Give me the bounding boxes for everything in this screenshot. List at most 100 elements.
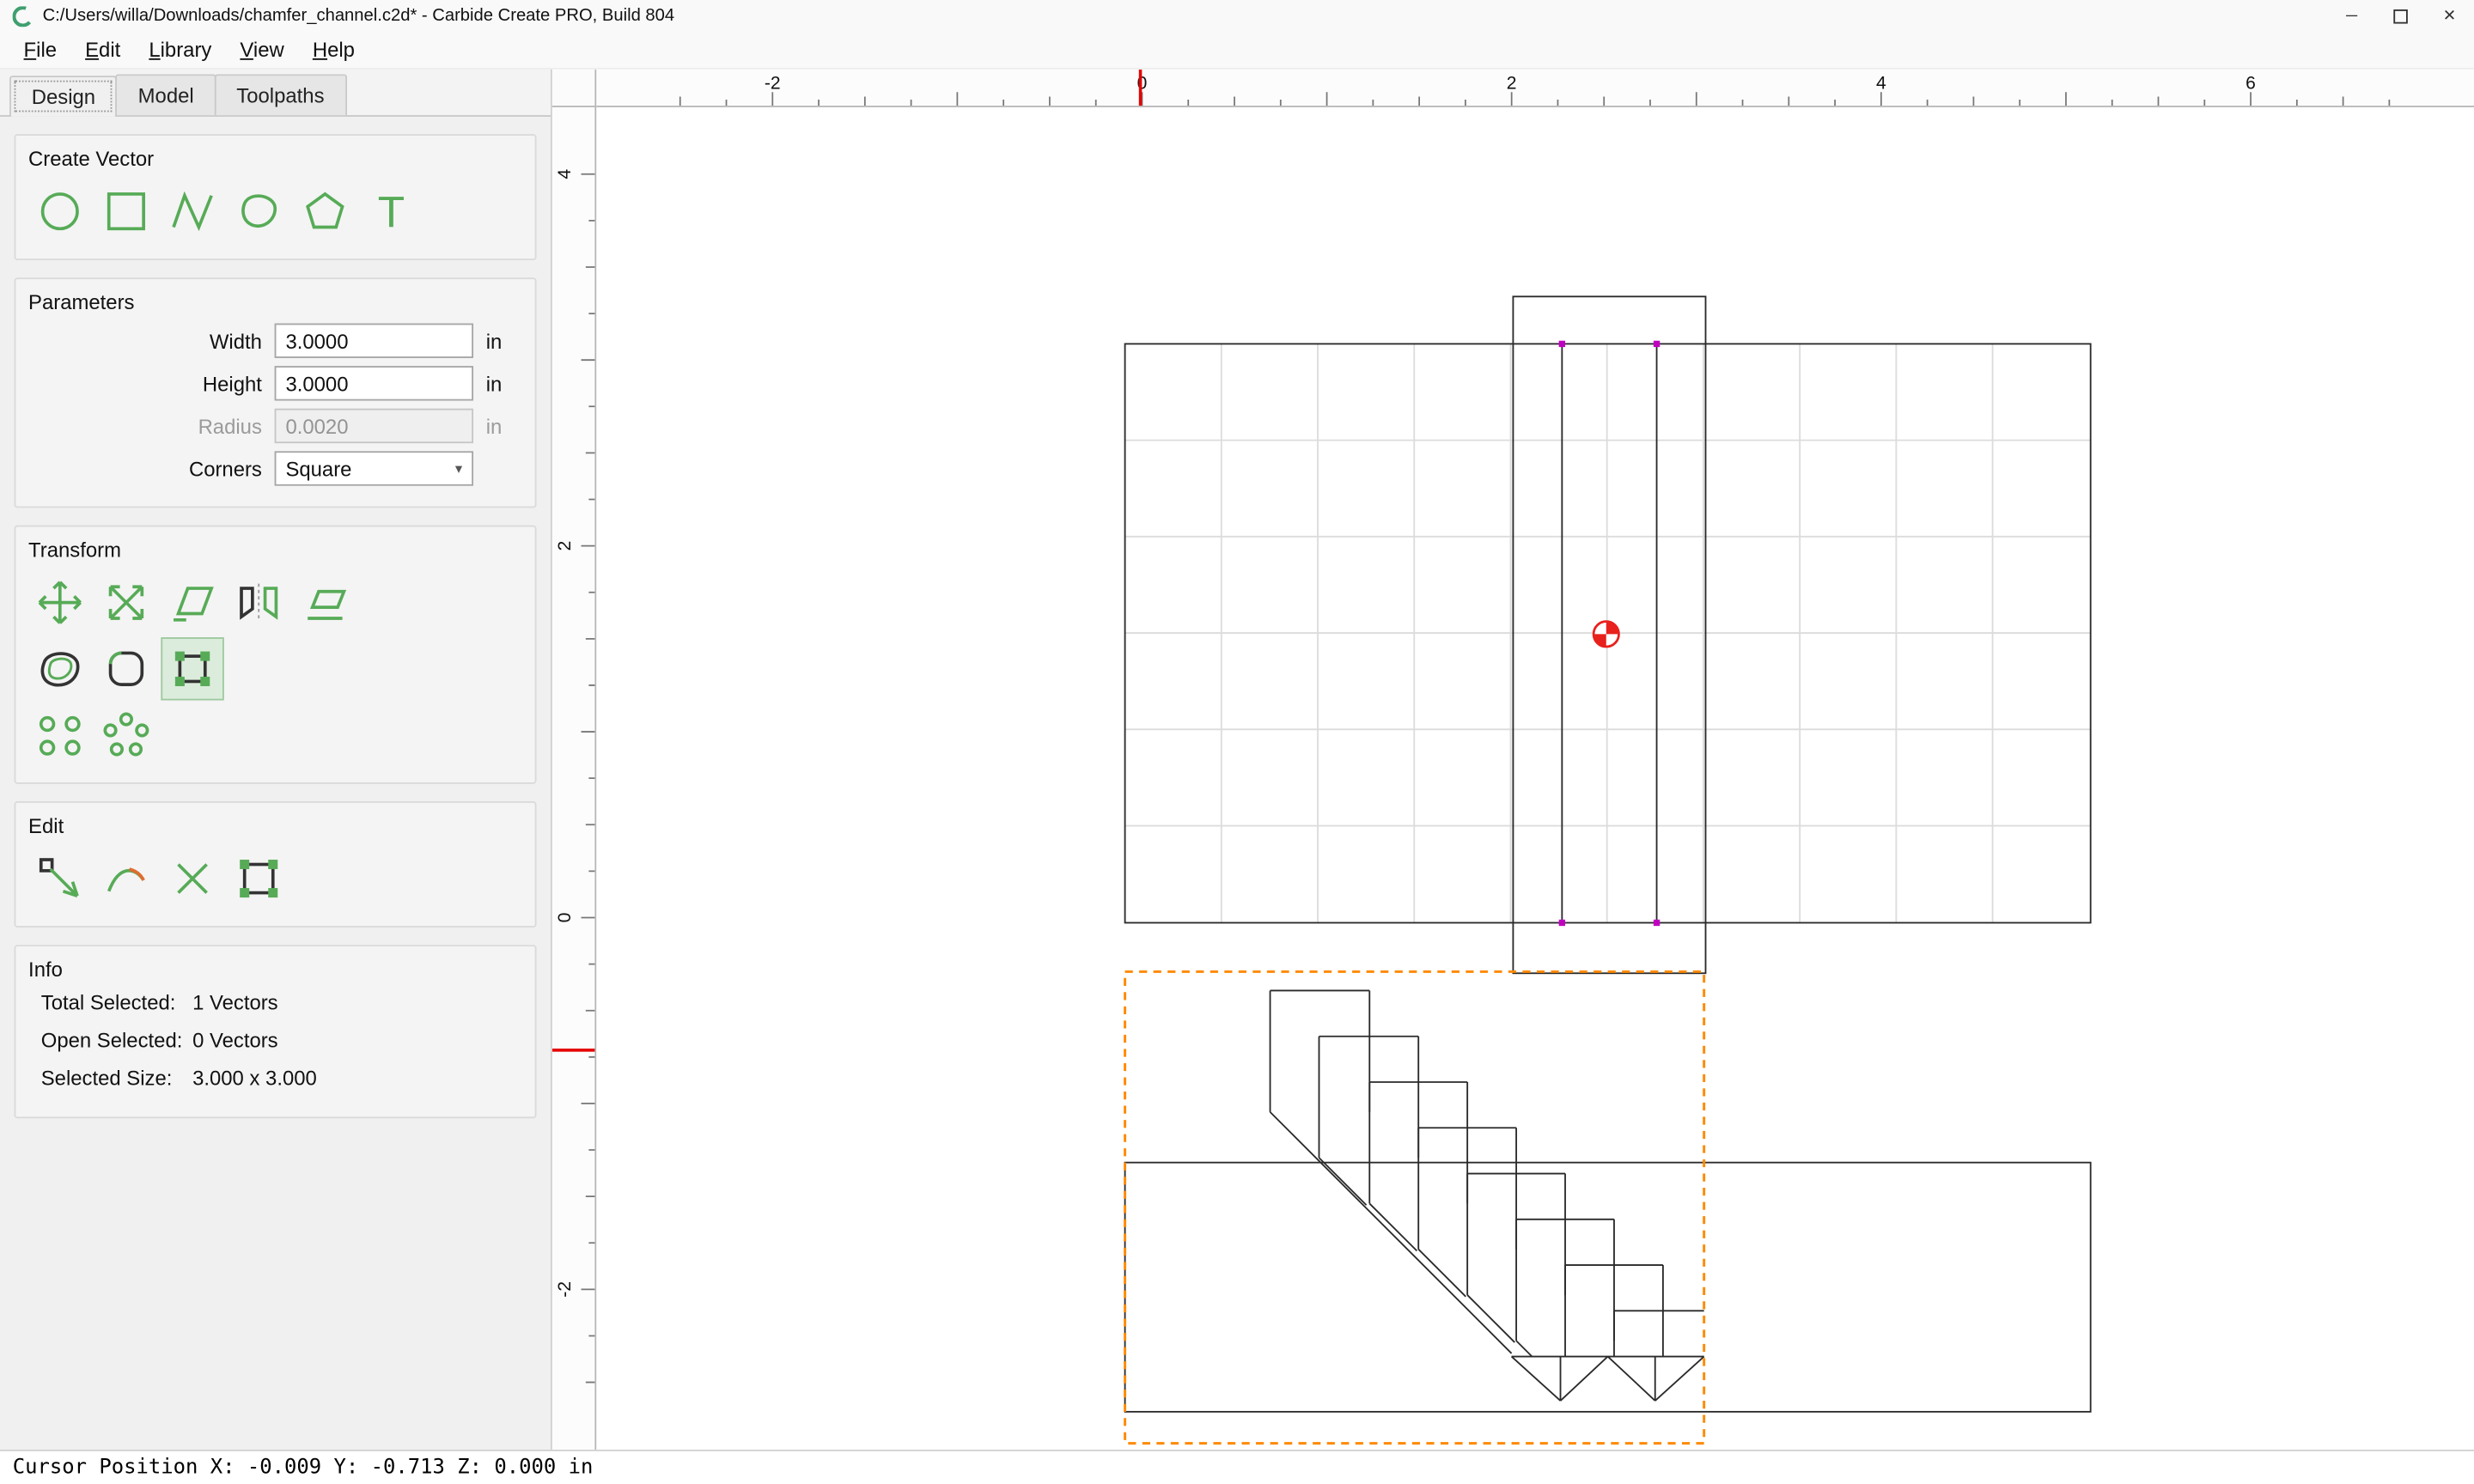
info-value: 3.000 x 3.000: [192, 1067, 522, 1091]
mirror-icon: [230, 575, 287, 631]
curve-tool[interactable]: [227, 179, 289, 242]
close-vector-tool[interactable]: [227, 847, 289, 909]
text-icon: T: [363, 183, 419, 240]
cut-vector-tool[interactable]: [161, 847, 223, 909]
minimize-button[interactable]: ─: [2327, 0, 2376, 32]
circle-tool[interactable]: [28, 179, 91, 242]
vector-segment: [1467, 1295, 1514, 1342]
vector-node: [1654, 341, 1660, 347]
move-tool[interactable]: [28, 571, 91, 634]
width-label: Width: [28, 329, 262, 353]
window-controls: ─ ✕: [2327, 0, 2474, 32]
ruler-label: 0: [1137, 74, 1148, 94]
offset-icon: [32, 641, 88, 697]
rectangle-icon: [98, 183, 155, 240]
ruler-label: 4: [554, 169, 575, 179]
width-input[interactable]: [275, 324, 473, 358]
vector-segment: [1319, 1158, 1367, 1205]
vector-segment: [1608, 1357, 1655, 1401]
info-row: Open Selected:0 Vectors: [41, 1029, 522, 1053]
rectangle-tool[interactable]: [94, 179, 157, 242]
create-vector-tools: T: [28, 179, 522, 242]
height-label: Height: [28, 372, 262, 396]
node-edit-icon: [32, 850, 88, 907]
datum-quadrant: [1606, 622, 1619, 635]
polyline-icon: [164, 183, 221, 240]
canvas-area: -20246 420-2: [552, 70, 2474, 1450]
node-edit-tool[interactable]: [28, 847, 91, 909]
menu-item-help[interactable]: Help: [298, 33, 369, 67]
vertical-ruler: 420-2: [552, 107, 596, 1450]
vector-segment: [1512, 1357, 1561, 1401]
ruler-label: 4: [1876, 74, 1886, 94]
info-panel: Info Total Selected:1 VectorsOpen Select…: [15, 945, 537, 1118]
radius-label: Radius: [28, 414, 262, 438]
datum-quadrant: [1593, 634, 1606, 647]
vector-segment: [1516, 1341, 1532, 1356]
tab-bar: DesignModelToolpaths: [0, 70, 551, 117]
parameters-panel: Parameters Width in Height in Radius: [15, 277, 537, 508]
app-window: C:/Users/willa/Downloads/chamfer_channel…: [0, 0, 2474, 1484]
trim-icon: [98, 850, 155, 907]
rotate-icon: [164, 575, 221, 631]
text-tool[interactable]: T: [360, 179, 423, 242]
rotate-tool[interactable]: [161, 571, 223, 634]
tab-design[interactable]: Design: [9, 76, 118, 117]
vector-segment: [1561, 1357, 1608, 1401]
skew-icon: [296, 575, 353, 631]
curve-icon: [230, 183, 287, 240]
panel-title: Info: [28, 958, 522, 982]
panel-title: Create Vector: [28, 147, 522, 171]
ruler-label: -2: [765, 74, 781, 94]
window-title: C:/Users/willa/Downloads/chamfer_channel…: [43, 6, 675, 25]
ruler-label: -2: [554, 1281, 575, 1298]
close-vector-icon: [230, 850, 287, 907]
maximize-button[interactable]: [2376, 0, 2425, 32]
menu-item-file[interactable]: File: [9, 33, 71, 67]
svg-text:T: T: [378, 186, 405, 236]
mirror-tool[interactable]: [227, 571, 289, 634]
linear-array-icon: [32, 707, 88, 763]
close-button[interactable]: ✕: [2425, 0, 2474, 32]
horizontal-ruler: -20246: [596, 70, 2474, 107]
radius-unit: in: [486, 414, 518, 438]
fillet-icon: [98, 641, 155, 697]
vector-rect: [1125, 1163, 2091, 1412]
corners-select[interactable]: Square ▾: [275, 451, 473, 485]
panel-title: Parameters: [28, 290, 522, 314]
circular-array-icon: [98, 707, 155, 763]
ruler-corner: [552, 70, 596, 107]
fillet-tool[interactable]: [94, 637, 157, 700]
menu-item-library[interactable]: Library: [135, 33, 226, 67]
tab-toolpaths[interactable]: Toolpaths: [215, 74, 347, 115]
menu-item-view[interactable]: View: [226, 33, 298, 67]
skew-tool[interactable]: [294, 571, 356, 634]
design-canvas[interactable]: [596, 107, 2474, 1450]
linear-array-tool[interactable]: [28, 703, 91, 766]
circular-array-tool[interactable]: [94, 703, 157, 766]
cursor-position-readout: Cursor Position X: -0.009 Y: -0.713 Z: 0…: [13, 1456, 594, 1480]
offset-tool[interactable]: [28, 637, 91, 700]
vector-node: [1559, 920, 1565, 926]
edit-panel: Edit: [15, 801, 537, 928]
polyline-tool[interactable]: [161, 179, 223, 242]
boundingbox-tool[interactable]: [161, 637, 223, 700]
polygon-tool[interactable]: [294, 179, 356, 242]
polygon-icon: [296, 183, 353, 240]
vector-segment: [1418, 1250, 1466, 1297]
radius-input: [275, 409, 473, 443]
trim-tool[interactable]: [94, 847, 157, 909]
info-value: 1 Vectors: [192, 990, 522, 1014]
menu-item-edit[interactable]: Edit: [71, 33, 135, 67]
height-input[interactable]: [275, 366, 473, 400]
main-area: DesignModelToolpaths Create Vector: [0, 70, 2474, 1450]
info-rows: Total Selected:1 VectorsOpen Selected:0 …: [28, 990, 522, 1090]
chevron-down-icon: ▾: [455, 459, 462, 477]
status-bar: Cursor Position X: -0.009 Y: -0.713 Z: 0…: [0, 1450, 2474, 1484]
tab-model[interactable]: Model: [116, 74, 216, 115]
vector-node: [1559, 341, 1565, 347]
boundingbox-icon: [164, 641, 221, 697]
vector-segment: [1369, 1203, 1417, 1250]
selection-rect: [1125, 971, 1704, 1443]
scale-tool[interactable]: [94, 571, 157, 634]
